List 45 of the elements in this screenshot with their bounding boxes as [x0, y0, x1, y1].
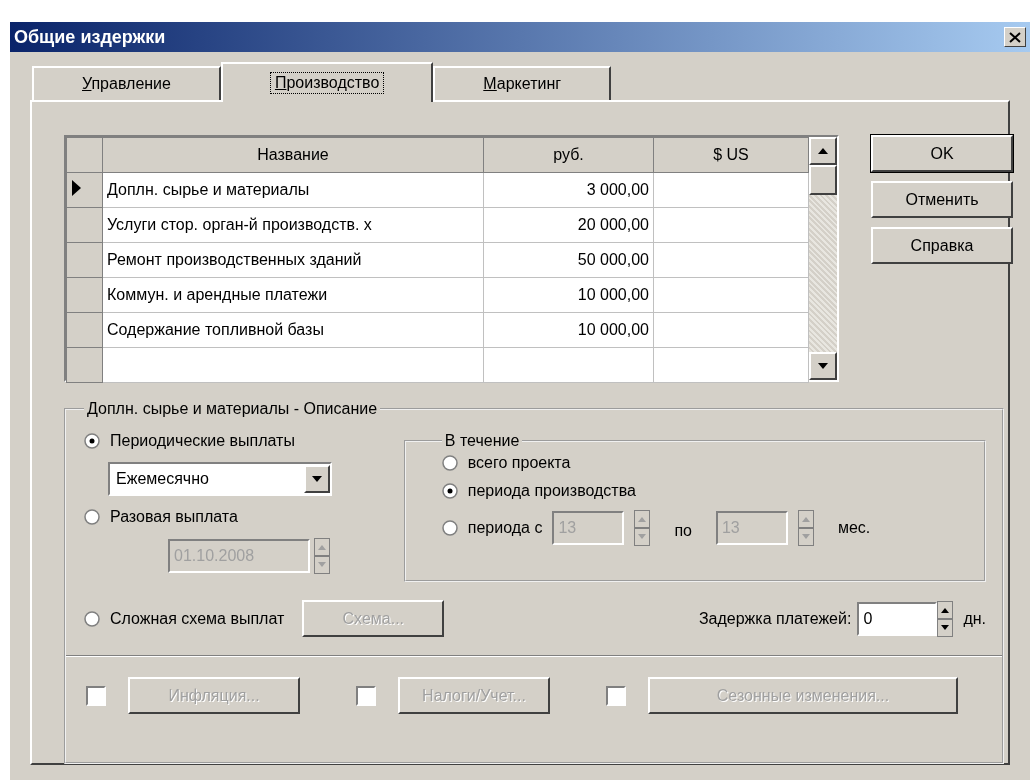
- table-cell: 20 000,00: [483, 207, 654, 243]
- dialog-button[interactable]: Отменить: [871, 181, 1013, 218]
- table-cell: Услуги стор. орган-й производств. х: [102, 207, 484, 243]
- close-icon[interactable]: [1004, 27, 1026, 47]
- radio-button[interactable]: [441, 455, 458, 471]
- dialog-button[interactable]: Справка: [871, 227, 1013, 264]
- dropdown-arrow-icon[interactable]: [312, 476, 322, 482]
- unit-label: дн.: [963, 609, 986, 628]
- field-label: Задержка платежей:: [698, 609, 852, 628]
- table-cell: 3 000,00: [483, 172, 654, 208]
- scrollbar[interactable]: [809, 137, 837, 380]
- radio-label: периода с: [467, 519, 543, 537]
- column-header[interactable]: руб.: [483, 137, 654, 173]
- group-title: В течение: [443, 432, 521, 450]
- group-title: Доплн. сырье и материалы - Описание: [86, 400, 379, 418]
- dropdown[interactable]: Ежемесячно: [108, 462, 332, 496]
- input-field[interactable]: 0: [857, 601, 938, 636]
- table-cell: 10 000,00: [483, 277, 654, 313]
- tab[interactable]: Маркетинг: [433, 66, 612, 100]
- table-cell: Доплн. сырье и материалы: [102, 172, 484, 208]
- dialog-button[interactable]: OK: [871, 135, 1013, 172]
- column-header[interactable]: Название: [102, 137, 484, 173]
- radio-button[interactable]: [441, 483, 458, 499]
- table-cell: Содержание топливной базы: [102, 312, 484, 348]
- table-cell: Ремонт производственных зданий: [102, 242, 484, 278]
- window-title: Общие издержки: [14, 26, 166, 48]
- table-cell: Коммун. и арендные платежи: [102, 277, 484, 313]
- tab[interactable]: Производство: [220, 62, 434, 102]
- radio-label: Разовая выплата: [110, 508, 238, 526]
- tab[interactable]: Управление: [32, 66, 221, 100]
- radio-label: всего проекта: [467, 454, 571, 472]
- unit-label: мес.: [837, 519, 871, 537]
- radio-button[interactable]: [84, 433, 100, 449]
- table-cell: 50 000,00: [483, 242, 654, 278]
- column-header[interactable]: $ US: [653, 137, 809, 173]
- table-cell: 10 000,00: [483, 312, 654, 348]
- radio-label: периода производства: [467, 482, 636, 500]
- field-label: по: [674, 522, 692, 540]
- radio-label: Периодические выплаты: [110, 432, 295, 450]
- scrollbar-thumb[interactable]: [809, 165, 837, 195]
- radio-label: Сложная схема выплат: [110, 609, 285, 628]
- down-arrow-icon[interactable]: [818, 363, 828, 369]
- row-selector[interactable]: [66, 172, 103, 208]
- up-arrow-icon[interactable]: [818, 148, 828, 154]
- spinner-buttons[interactable]: [937, 600, 954, 637]
